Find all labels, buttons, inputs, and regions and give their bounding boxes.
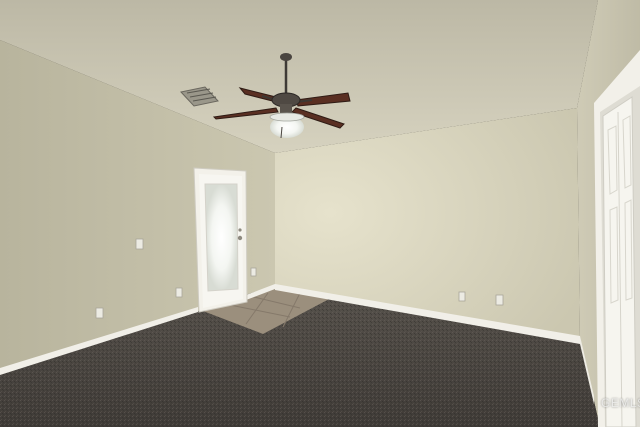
empty-bedroom-photo: GEMLS bbox=[0, 0, 640, 427]
door-glass bbox=[204, 183, 239, 292]
door-knob bbox=[237, 235, 243, 241]
outlet-icon bbox=[458, 291, 466, 302]
exterior-door bbox=[193, 167, 248, 313]
light-switch-icon bbox=[135, 238, 144, 250]
outlet-icon bbox=[95, 307, 104, 319]
outlet-icon bbox=[495, 294, 504, 306]
outlet-icon bbox=[250, 267, 257, 277]
room-illustration bbox=[0, 0, 640, 427]
closet bbox=[594, 50, 640, 427]
outlet-icon bbox=[175, 287, 183, 298]
watermark-text: GEMLS bbox=[601, 396, 640, 410]
